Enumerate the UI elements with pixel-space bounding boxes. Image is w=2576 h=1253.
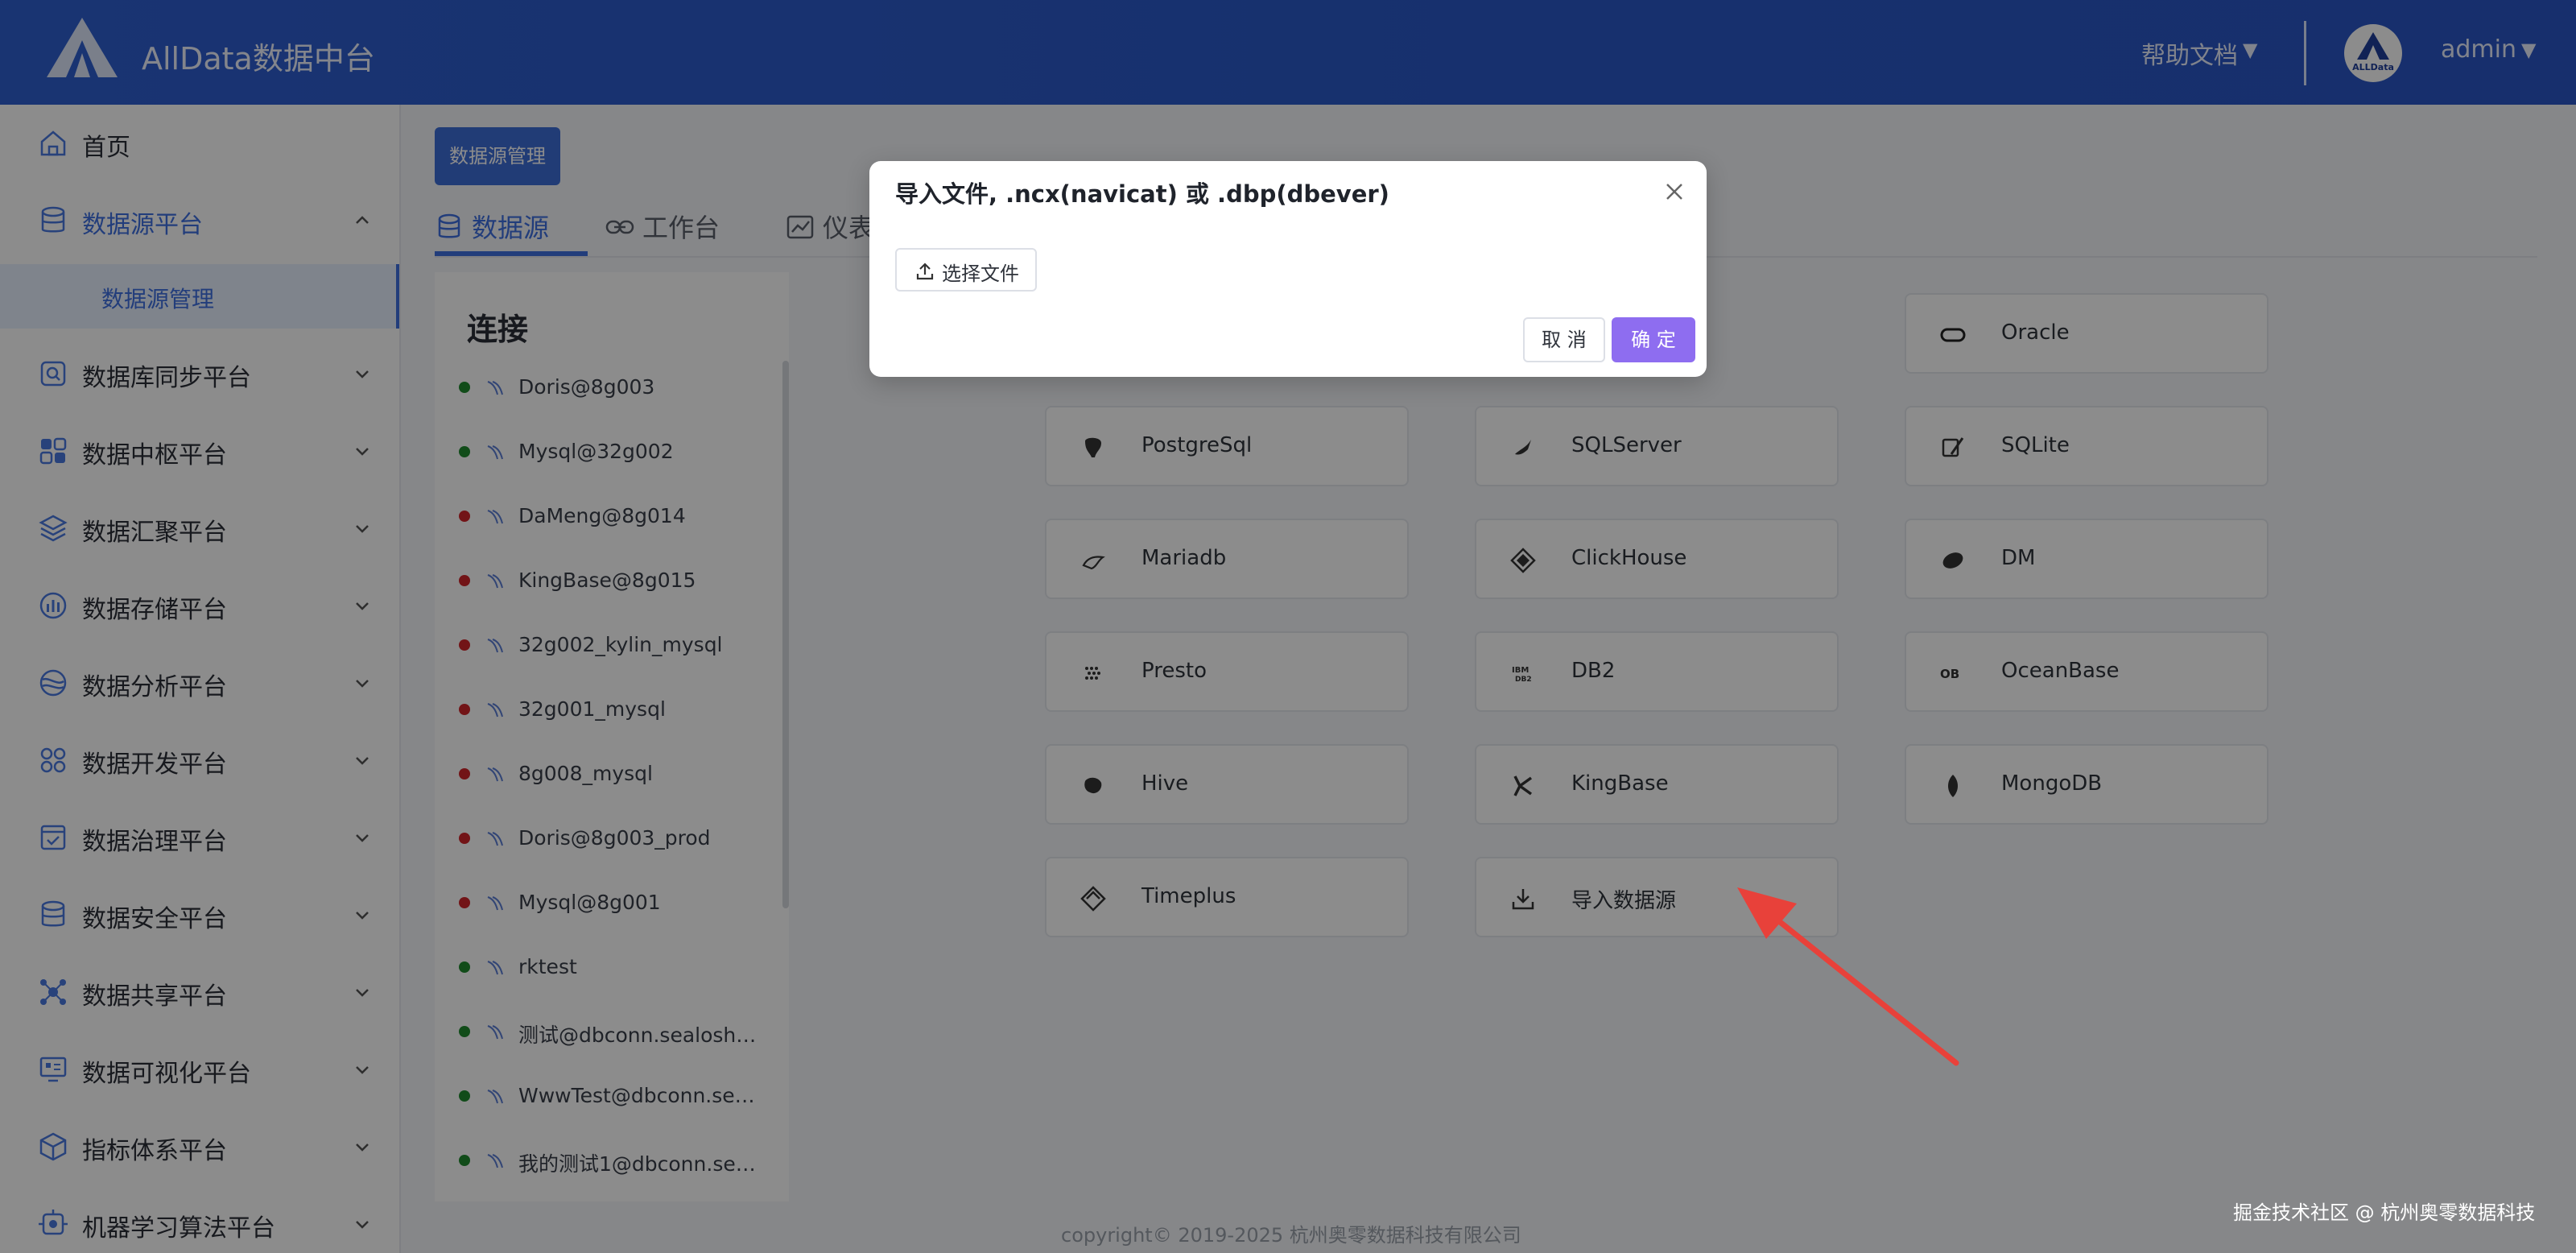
upload-icon	[916, 263, 934, 280]
confirm-button[interactable]: 确 定	[1612, 317, 1695, 362]
select-file-label: 选择文件	[942, 263, 1019, 285]
red-annotation-arrow	[1737, 887, 1959, 1066]
import-file-dialog: 导入文件, .ncx(navicat) 或 .dbp(dbever) 选择文件 …	[869, 161, 1707, 377]
dialog-title: 导入文件, .ncx(navicat) 或 .dbp(dbever)	[895, 180, 1389, 208]
watermark-text: 掘金技术社区 @ 杭州奥零数据科技	[2233, 1201, 2536, 1224]
close-icon[interactable]	[1660, 177, 1689, 206]
cancel-button[interactable]: 取 消	[1523, 317, 1605, 362]
select-file-button[interactable]: 选择文件	[895, 248, 1037, 292]
